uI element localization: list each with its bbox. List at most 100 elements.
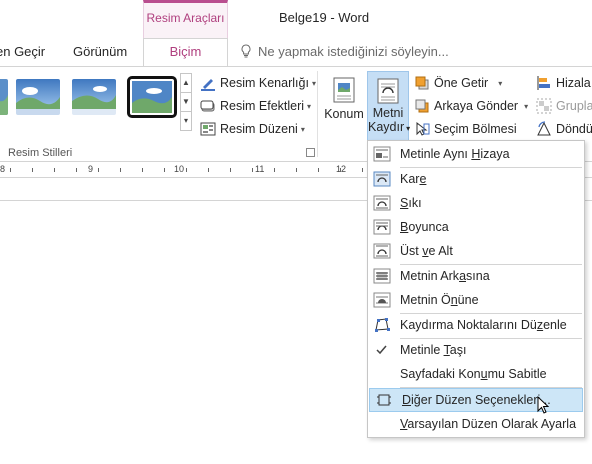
ruler-tick — [98, 168, 99, 172]
menu-item-label: Metinle Taşı — [400, 343, 467, 357]
align-button[interactable]: Hizala — [536, 73, 591, 93]
menu-item-move-with-text[interactable]: Metinle Taşı — [368, 338, 584, 362]
inline-with-text-icon — [373, 146, 391, 162]
tab-format[interactable]: Biçim — [143, 38, 228, 67]
gallery-down-icon[interactable]: ▼ — [181, 93, 191, 112]
menu-item-label: Sıkı — [400, 196, 422, 210]
document-title: Belge19 - Word — [279, 10, 370, 25]
wrap-text-button[interactable]: Metni Kaydır ▾ — [367, 71, 410, 143]
rotate-icon — [536, 121, 552, 137]
wrap-text-label-1: Metni — [372, 106, 404, 120]
menu-item-inline-with-text[interactable]: Metinle Aynı Hizaya — [368, 142, 584, 166]
menu-item-in-front-of-text[interactable]: Metnin Önüne — [368, 288, 584, 312]
ruler-tick — [208, 168, 209, 172]
menu-item-label: Kaydırma Noktalarını Düzenle — [400, 318, 567, 332]
group-icon — [536, 98, 552, 114]
ruler-tick — [296, 168, 297, 172]
behind-text-icon — [373, 268, 391, 284]
ruler-number: 12 — [336, 164, 347, 174]
tab-review[interactable]: en Geçir — [0, 44, 45, 59]
ruler-tick — [120, 168, 121, 172]
position-button[interactable]: Konum — [322, 71, 366, 127]
picture-layout-button[interactable]: Resim Düzeni ▾ — [200, 119, 305, 139]
selection-pane-label: Seçim Bölmesi — [434, 122, 517, 136]
menu-item-label: Sayfadaki Konumu Sabitle — [400, 367, 547, 381]
ruler-tick — [362, 168, 363, 172]
send-backward-button[interactable]: Arkaya Gönder ▾ — [414, 96, 528, 116]
picture-style-thumbnail[interactable] — [72, 79, 116, 115]
mouse-pointer-icon — [537, 395, 551, 416]
tab-view[interactable]: Görünüm — [73, 44, 127, 59]
layout-options-icon — [375, 392, 393, 408]
ruler-number: 8 — [0, 164, 6, 174]
gallery-more-icon[interactable]: ▾ — [181, 112, 191, 131]
ruler-tick — [230, 168, 231, 172]
align-icon — [536, 75, 552, 91]
pen-border-icon — [200, 75, 216, 91]
picture-border-label: Resim Kenarlığı — [220, 76, 309, 90]
picture-style-thumbnail[interactable] — [16, 79, 60, 115]
through-wrap-icon — [373, 219, 391, 235]
menu-item-through[interactable]: Boyunca — [368, 215, 584, 239]
picture-style-thumbnail-selected[interactable] — [127, 76, 177, 118]
title-bar: Resim Araçları Belge19 - Word — [0, 0, 592, 38]
ruler-tick — [252, 168, 253, 172]
gallery-up-icon[interactable]: ▲ — [181, 74, 191, 93]
align-label: Hizala — [556, 76, 591, 90]
top-bottom-wrap-icon — [373, 243, 391, 259]
tell-me-search[interactable]: Ne yapmak istediğinizi söyleyin... — [240, 44, 449, 59]
selection-pane-button[interactable]: Seçim Bölmesi — [414, 119, 517, 139]
empty-icon-slot — [373, 366, 391, 382]
menu-item-square[interactable]: Kare — [368, 167, 584, 191]
gallery-scroll[interactable]: ▲ ▼ ▾ — [180, 73, 192, 131]
picture-layout-label: Resim Düzeni — [220, 122, 298, 136]
menu-item-set-default-layout[interactable]: Varsayılan Düzen Olarak Ayarla — [368, 412, 584, 436]
wrap-text-icon — [377, 78, 399, 104]
selection-pane-icon — [414, 121, 430, 137]
menu-item-label: Metnin Arkasına — [400, 269, 490, 283]
checkmark-icon — [373, 342, 391, 358]
picture-style-thumbnail[interactable] — [0, 79, 8, 115]
picture-styles-group-label: Resim Stilleri — [8, 147, 73, 159]
menu-item-label: Varsayılan Düzen Olarak Ayarla — [400, 417, 577, 431]
effects-icon — [200, 98, 216, 114]
menu-item-fix-position[interactable]: Sayfadaki Konumu Sabitle — [368, 362, 584, 386]
menu-item-top-and-bottom[interactable]: Üst ve Alt — [368, 239, 584, 263]
ruler-tick — [142, 168, 143, 172]
lightbulb-icon — [240, 44, 252, 58]
menu-item-behind-text[interactable]: Metnin Arkasına — [368, 264, 584, 288]
menu-item-label: Kare — [400, 172, 427, 186]
ruler-tick — [274, 168, 275, 172]
menu-item-edit-wrap-points[interactable]: Kaydırma Noktalarını Düzenle — [368, 313, 584, 337]
group-button[interactable]: Gruplar — [536, 96, 592, 116]
bring-forward-button[interactable]: Öne Getir ▾ — [414, 73, 502, 93]
send-backward-icon — [414, 98, 430, 114]
ruler-tick — [10, 168, 11, 172]
empty-icon-slot — [373, 416, 391, 432]
position-label: Konum — [324, 107, 364, 121]
send-backward-label: Arkaya Gönder — [434, 99, 519, 113]
group-separator — [317, 71, 318, 157]
ribbon-tabs: en Geçir Görünüm Biçim Ne yapmak istediğ… — [0, 38, 592, 67]
dialog-launcher-icon[interactable] — [306, 148, 315, 157]
ruler-number: 9 — [88, 164, 94, 174]
ruler-tick — [76, 168, 77, 172]
picture-effects-button[interactable]: Resim Efektleri ▾ — [200, 96, 311, 116]
picture-tools-context-label: Resim Araçları — [143, 0, 228, 38]
menu-item-label: Diğer Düzen Seçenekleri... — [402, 393, 551, 407]
rotate-button[interactable]: Döndü — [536, 119, 592, 139]
ruler-tick — [32, 168, 33, 172]
picture-border-button[interactable]: Resim Kenarlığı ▾ — [200, 73, 316, 93]
ruler-tick — [318, 168, 319, 172]
ruler-tick — [54, 168, 55, 172]
menu-item-label: Metnin Önüne — [400, 293, 479, 307]
menu-item-label: Üst ve Alt — [400, 244, 453, 258]
square-wrap-icon — [373, 171, 391, 187]
in-front-text-icon — [373, 292, 391, 308]
menu-item-label: Metinle Aynı Hizaya — [400, 147, 510, 161]
menu-item-tight[interactable]: Sıkı — [368, 191, 584, 215]
ruler-number: 11 — [255, 164, 265, 174]
tell-me-placeholder: Ne yapmak istediğinizi söyleyin... — [258, 44, 449, 59]
group-label: Gruplar — [556, 99, 592, 113]
ruler-tick — [340, 168, 341, 172]
